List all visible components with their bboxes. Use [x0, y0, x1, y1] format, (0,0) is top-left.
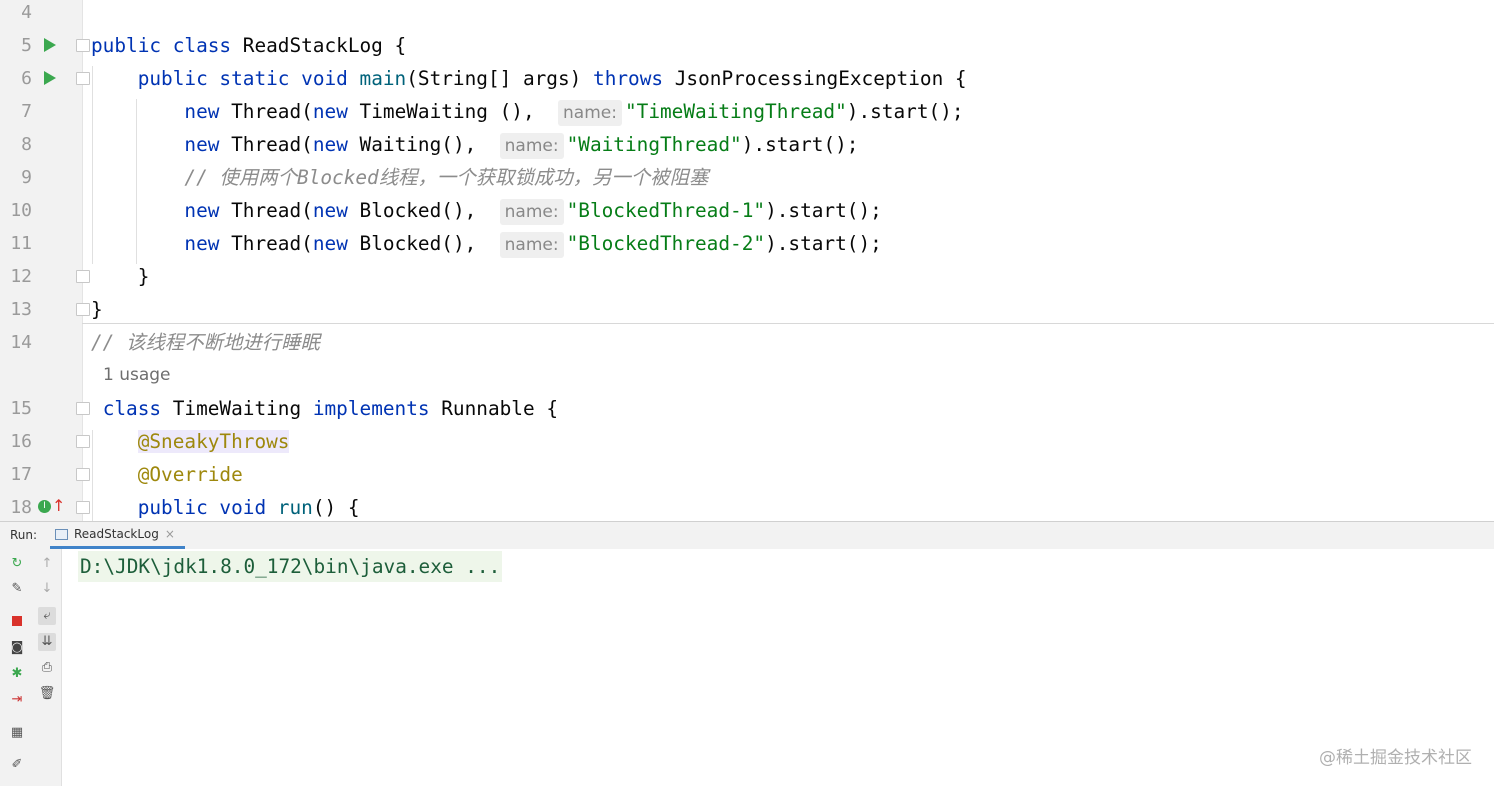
code-text: public void run() {: [137, 496, 360, 519]
run-gutter-icon[interactable]: [44, 38, 56, 52]
code-line[interactable]: 11 new Thread(new Blocked(), name: "Block…: [0, 227, 1494, 260]
code-text: // 该线程不断地进行睡眠: [91, 331, 320, 354]
line-number: 8: [21, 134, 32, 155]
code-line[interactable]: 5 public class ReadStackLog {: [0, 29, 1494, 62]
run-console[interactable]: ↻ ✎ ◙ ✱ ⇥ ▦ ✐ ↑ ↓ ⤶ ⇊ ⎙ 🗑 D:\JDK\jdk1.8.…: [0, 549, 1494, 786]
layout-icon[interactable]: ▦: [8, 724, 26, 742]
overrides-arrow-icon[interactable]: ↑: [52, 496, 65, 516]
line-number: 11: [10, 233, 32, 254]
fold-marker-icon[interactable]: [76, 501, 90, 514]
line-number: 7: [21, 101, 32, 122]
console-output-line: D:\JDK\jdk1.8.0_172\bin\java.exe ...: [78, 551, 503, 582]
code-line[interactable]: 1 usage: [0, 359, 1494, 392]
code-text: new Thread(new Blocked(), name: "BlockedT…: [91, 227, 882, 260]
line-number: 16: [10, 431, 32, 452]
code-line[interactable]: 18 I ↑ public void run() {: [0, 491, 1494, 521]
code-text: new Thread(new Waiting(), name: "WaitingT…: [91, 128, 858, 161]
close-icon[interactable]: ×: [165, 527, 175, 541]
fold-marker-icon[interactable]: [76, 270, 90, 283]
fold-marker-icon[interactable]: [76, 435, 90, 448]
code-line[interactable]: 12 }: [0, 260, 1494, 293]
code-line[interactable]: 17 @Override: [0, 458, 1494, 491]
code-text: }: [91, 298, 103, 321]
code-line[interactable]: 6 public static void main(String[] args)…: [0, 62, 1494, 95]
console-tab-icon: [55, 529, 68, 540]
line-number: 5: [21, 35, 32, 56]
code-line[interactable]: 8 new Thread(new Waiting(), name: "Waitin…: [0, 128, 1494, 161]
soft-wrap-icon[interactable]: ⤶: [38, 607, 56, 625]
debug-icon[interactable]: ✱: [8, 665, 26, 683]
run-tab-label: ReadStackLog: [74, 527, 159, 541]
run-gutter-icon[interactable]: [44, 71, 56, 85]
run-label: Run:: [10, 528, 38, 542]
wrench-icon[interactable]: ✎: [8, 580, 26, 598]
line-number: 12: [10, 266, 32, 287]
code-line[interactable]: 10 new Thread(new Blocked(), name: "Block…: [0, 194, 1494, 227]
run-toolwindow-header: Run: ReadStackLog ×: [0, 521, 1494, 550]
code-text: }: [91, 265, 150, 288]
line-number: 10: [10, 200, 32, 221]
code-line[interactable]: 14 // 该线程不断地进行睡眠: [0, 326, 1494, 359]
trash-icon[interactable]: 🗑: [38, 685, 56, 703]
line-number: 17: [10, 464, 32, 485]
code-text: new Thread(new TimeWaiting (), name: "Tim…: [91, 95, 964, 128]
exit-icon[interactable]: ⇥: [8, 691, 26, 709]
code-line[interactable]: 9 // 使用两个Blocked线程，一个获取锁成功，另一个被阻塞: [0, 161, 1494, 194]
up-arrow-icon[interactable]: ↑: [38, 555, 56, 573]
run-tab-readstacklog[interactable]: ReadStackLog ×: [50, 522, 185, 549]
rerun-icon[interactable]: ↻: [8, 555, 26, 573]
line-number: 13: [10, 299, 32, 320]
line-number: 9: [21, 167, 32, 188]
fold-marker-icon[interactable]: [76, 402, 90, 415]
camera-icon[interactable]: ◙: [8, 639, 26, 657]
stop-icon[interactable]: [8, 612, 26, 630]
line-number: 18: [10, 497, 32, 518]
watermark: @稀土掘金技术社区: [1319, 748, 1472, 768]
code-text: new Thread(new Blocked(), name: "BlockedT…: [91, 194, 882, 227]
line-number: 15: [10, 398, 32, 419]
usage-count-hint[interactable]: 1 usage: [103, 359, 171, 392]
code-text: public static void main(String[] args) t…: [137, 67, 967, 90]
code-text: // 使用两个Blocked线程，一个获取锁成功，另一个被阻塞: [184, 166, 709, 189]
fold-marker-icon[interactable]: [76, 72, 90, 85]
code-editor[interactable]: 4 5 public class ReadStackLog { 6 public st…: [0, 0, 1494, 521]
code-text: @SneakyThrows: [137, 430, 290, 453]
code-text: class TimeWaiting implements Runnable {: [102, 397, 558, 420]
code-text: @Override: [137, 463, 243, 486]
code-line[interactable]: 4: [0, 0, 1494, 29]
code-line[interactable]: 15 class TimeWaiting implements Runnable…: [0, 392, 1494, 425]
code-line[interactable]: 13}: [0, 293, 1494, 326]
code-line[interactable]: 7 new Thread(new TimeWaiting (), name: "T…: [0, 95, 1494, 128]
implements-gutter-icon[interactable]: I: [38, 500, 51, 513]
fold-marker-icon[interactable]: [76, 39, 90, 52]
pin-icon[interactable]: ✐: [8, 756, 26, 774]
down-arrow-icon[interactable]: ↓: [38, 580, 56, 598]
line-number: 14: [10, 332, 32, 353]
code-text: public class ReadStackLog {: [91, 34, 407, 57]
line-number: 6: [21, 68, 32, 89]
console-toolbar: ↑ ↓ ⤶ ⇊ ⎙ 🗑: [33, 549, 62, 786]
fold-marker-icon[interactable]: [76, 468, 90, 481]
line-number: 4: [21, 2, 32, 23]
scroll-to-end-icon[interactable]: ⇊: [38, 633, 56, 651]
print-icon[interactable]: ⎙: [38, 659, 56, 677]
fold-marker-icon[interactable]: [76, 303, 90, 316]
run-toolbar: ↻ ✎ ◙ ✱ ⇥ ▦ ✐: [0, 549, 34, 786]
code-line[interactable]: 16 @SneakyThrows: [0, 425, 1494, 458]
